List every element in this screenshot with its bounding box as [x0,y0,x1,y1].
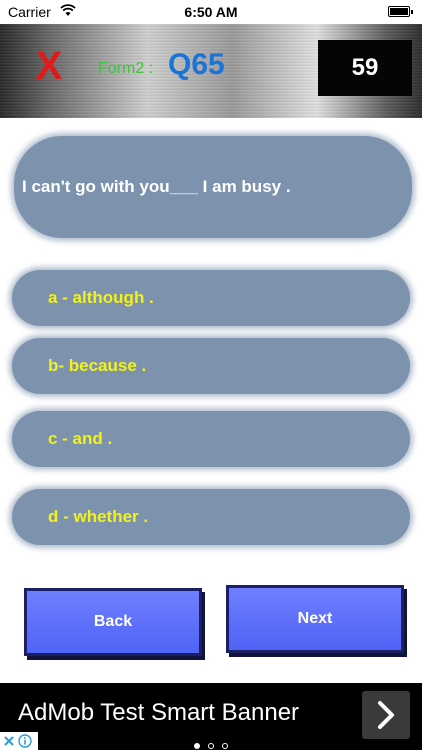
chevron-right-icon [378,701,394,729]
answer-label: d - whether . [48,507,149,526]
page-dot [194,743,200,749]
question-card: I can't go with you___ I am busy . [14,136,412,238]
battery-icon [388,6,413,17]
question-text: I can't go with you___ I am busy . [22,177,291,196]
question-number: Q65 [168,48,225,81]
ad-banner-text: AdMob Test Smart Banner [18,699,300,726]
page-dot [222,743,228,749]
back-button[interactable]: Back [24,588,202,656]
answer-option-c[interactable]: c - and . [12,411,410,467]
quiz-header: X Form2 : Q65 59 [0,24,422,118]
status-time: 6:50 AM [184,4,238,20]
form-label: Form2 : [98,60,154,77]
answer-option-a[interactable]: a - although . [12,270,410,326]
ad-page-indicator [0,736,422,754]
answer-option-d[interactable]: d - whether . [12,489,410,545]
ad-banner[interactable]: AdMob Test Smart Banner [0,683,422,750]
close-icon[interactable]: X [34,46,64,86]
countdown-timer: 59 [318,40,412,96]
ad-open-button[interactable] [362,691,410,739]
answer-label: a - although . [48,288,154,307]
next-button[interactable]: Next [226,585,404,653]
answer-label: c - and . [48,429,113,448]
answer-option-b[interactable]: b- because . [12,338,410,394]
page-dot [208,743,214,749]
status-bar: Carrier 6:50 AM [0,0,422,24]
timer-value: 59 [351,54,379,81]
answer-label: b- because . [48,356,147,375]
